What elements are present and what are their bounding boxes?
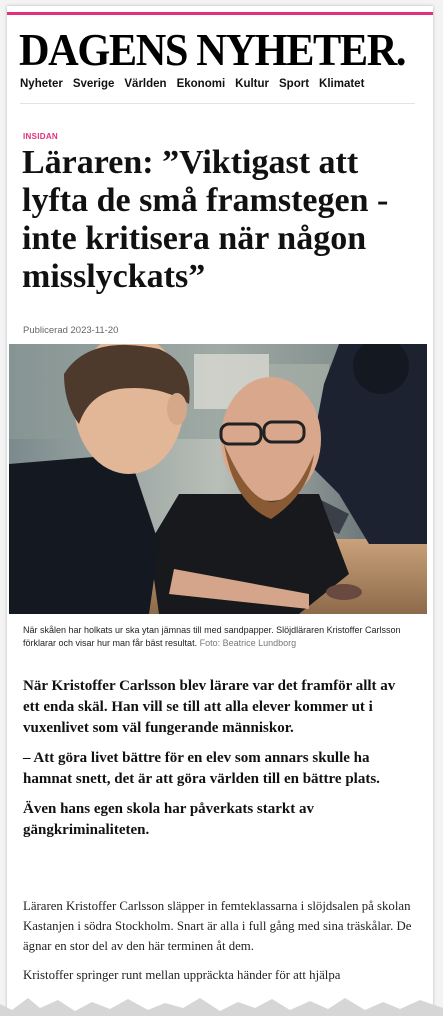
photo-icon <box>9 344 427 614</box>
article-page: DAGENS NYHETER. Nyheter Sverige Världen … <box>7 6 433 1016</box>
photo-credit: Foto: Beatrice Lundborg <box>199 638 297 648</box>
article-body: Läraren Kristoffer Carlsson släpper in f… <box>23 896 413 994</box>
nav-item-klimatet[interactable]: Klimatet <box>319 78 364 90</box>
article-photo[interactable] <box>9 344 427 614</box>
nav-item-sport[interactable]: Sport <box>279 78 309 90</box>
nav-item-nyheter[interactable]: Nyheter <box>20 78 63 90</box>
nav-item-kultur[interactable]: Kultur <box>235 78 269 90</box>
accent-bar <box>7 12 433 15</box>
publish-date: Publicerad 2023-11-20 <box>23 325 119 336</box>
nav-item-ekonomi[interactable]: Ekonomi <box>177 78 226 90</box>
article-lead: När Kristoffer Carlsson blev lärare var … <box>23 676 413 850</box>
article-headline: Läraren: ”Viktigast att lyfta de små fra… <box>22 144 389 295</box>
site-logo[interactable]: DAGENS NYHETER. <box>19 22 407 78</box>
body-paragraph: Kristoffer springer runt mellan uppräckt… <box>23 968 341 982</box>
section-nav: Nyheter Sverige Världen Ekonomi Kultur S… <box>20 74 415 104</box>
nav-item-sverige[interactable]: Sverige <box>73 78 115 90</box>
article-kicker[interactable]: INSIDAN <box>23 132 58 141</box>
photo-caption: När skålen har holkats ur ska ytan jämna… <box>23 624 415 650</box>
lead-paragraph: Även hans egen skola har påverkats stark… <box>23 801 314 838</box>
torn-edge <box>0 998 443 1016</box>
lead-paragraph: När Kristoffer Carlsson blev lärare var … <box>23 678 396 736</box>
body-paragraph: Läraren Kristoffer Carlsson släpper in f… <box>23 899 412 953</box>
lead-paragraph: – Att göra livet bättre för en elev som … <box>23 750 380 787</box>
nav-item-varlden[interactable]: Världen <box>124 78 166 90</box>
